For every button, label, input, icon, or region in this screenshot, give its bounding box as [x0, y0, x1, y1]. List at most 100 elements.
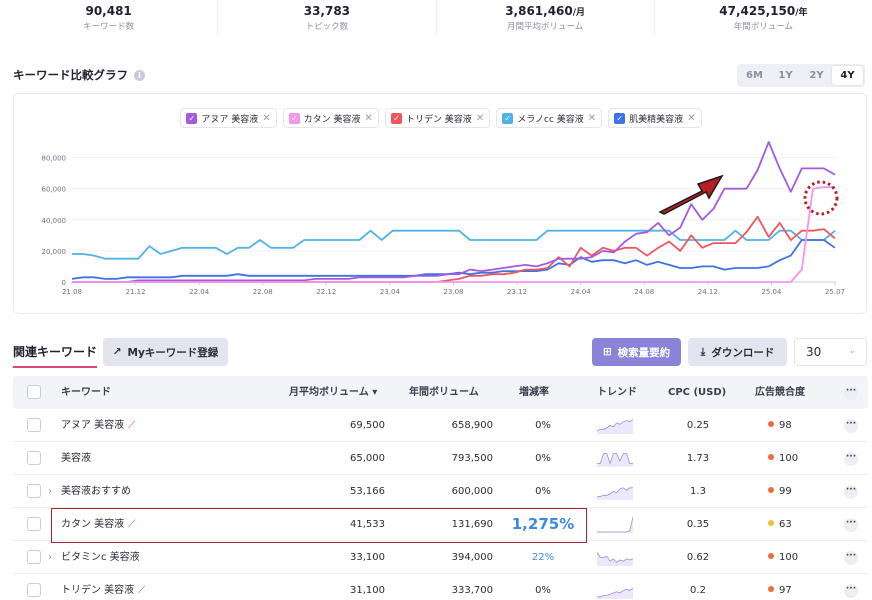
keyword-cell[interactable]: アヌア 美容液 ⟋	[61, 409, 135, 442]
more-icon[interactable]: ···	[844, 584, 858, 598]
legend-chip[interactable]: ✓ 肌美精美容液 ✕	[608, 108, 702, 128]
series-line	[72, 141, 836, 283]
keyword-cell[interactable]: トリデン 美容液 ⟋	[61, 574, 145, 600]
checkbox-checked-icon[interactable]: ✓	[614, 112, 626, 124]
trend-chart-icon[interactable]: ⟋	[138, 585, 145, 596]
stat-label: 月間平均ボリューム	[507, 22, 584, 32]
keyword-cell[interactable]: 美容液おすすめ	[61, 475, 131, 508]
sort-desc-icon[interactable]: ▾	[372, 387, 377, 398]
col-competition[interactable]: 広告競合度	[755, 376, 805, 409]
close-icon[interactable]: ✕	[365, 113, 373, 124]
button-label: 検索量要約	[617, 346, 671, 359]
highlight-annotation	[51, 508, 587, 543]
legend-chip[interactable]: ✓ トリデン 美容液 ✕	[384, 108, 491, 128]
range-tab-2y[interactable]: 2Y	[801, 66, 832, 85]
competition-cell: 99	[768, 475, 828, 508]
x-tick-label: 21.12	[126, 288, 146, 296]
chevron-right-icon[interactable]: ›	[48, 475, 52, 508]
legend-chip[interactable]: ✓ カタン 美容液 ✕	[282, 108, 379, 128]
keyword-text[interactable]: 美容液	[61, 453, 91, 464]
row-checkbox[interactable]	[27, 517, 41, 531]
col-growth[interactable]: 増減率	[519, 376, 549, 409]
x-tick-label: 21.08	[62, 288, 82, 296]
legend-label: カタン 美容液	[303, 114, 361, 125]
more-icon[interactable]: ···	[844, 386, 858, 400]
graph-title-text: キーワード比較グラフ	[13, 68, 128, 82]
chart-legend: ✓ アヌア 美容液 ✕ ✓ カタン 美容液 ✕ ✓ トリデン 美容液 ✕ ✓ メ…	[14, 108, 868, 128]
table-row[interactable]: トリデン 美容液 ⟋ 31,100 333,700 0% 0.2 97 ···	[13, 574, 868, 600]
close-icon[interactable]: ✕	[476, 113, 484, 124]
table-row[interactable]: › ビタミンc 美容液 33,100 394,000 22% 0.62 100 ···	[13, 541, 868, 574]
x-tick-label: 22.08	[253, 288, 273, 296]
legend-chip[interactable]: ✓ メラノcc 美容液 ✕	[496, 108, 603, 128]
table-row[interactable]: › 美容液おすすめ 53,166 600,000 0% 1.3 99 ···	[13, 475, 868, 508]
stat-label: トピック数	[305, 22, 349, 32]
chevron-right-icon[interactable]: ›	[48, 541, 52, 574]
keyword-text[interactable]: トリデン 美容液	[61, 585, 134, 596]
trend-sparkline	[597, 487, 633, 500]
more-icon[interactable]: ···	[844, 551, 858, 565]
trend-chart-icon[interactable]: ⟋	[128, 420, 135, 431]
avg-volume-cell: 65,000	[350, 453, 385, 464]
page-size-select[interactable]: 30 ⌄	[794, 338, 867, 366]
col-keyword[interactable]: キーワード	[61, 376, 111, 409]
table-row[interactable]: 美容液 65,000 793,500 0% 1.73 100 ···	[13, 442, 868, 475]
my-keyword-register-button[interactable]: ↗ Myキーワード登録	[103, 338, 228, 366]
row-checkbox[interactable]	[27, 583, 41, 597]
download-button[interactable]: ⤓ ダウンロード	[688, 338, 787, 366]
keyword-text[interactable]: 美容液おすすめ	[61, 486, 131, 497]
more-icon[interactable]: ···	[844, 485, 858, 499]
x-tick-label: 23.12	[507, 288, 527, 296]
growth-cell: 0%	[535, 585, 551, 596]
legend-label: メラノcc 美容液	[517, 114, 584, 125]
y-tick-label: 60,000	[42, 186, 67, 194]
competition-cell: 63	[768, 508, 828, 541]
more-icon[interactable]: ···	[844, 518, 858, 532]
growth-cell: 22%	[531, 552, 555, 563]
row-checkbox[interactable]	[27, 550, 41, 564]
sparkline-area	[597, 517, 633, 533]
keyword-cell[interactable]: 美容液	[61, 442, 91, 475]
trend-sparkline	[597, 587, 633, 599]
checkbox-checked-icon[interactable]: ✓	[186, 112, 198, 124]
related-keywords-tab[interactable]: 関連キーワード	[13, 343, 98, 368]
annual-volume-cell: 658,900	[451, 420, 493, 431]
col-avg-volume[interactable]: 月平均ボリューム ▾	[289, 376, 377, 409]
stat-topics: 33,783 トピック数	[218, 0, 437, 36]
checkbox-checked-icon[interactable]: ✓	[502, 112, 514, 124]
legend-chip[interactable]: ✓ アヌア 美容液 ✕	[180, 108, 277, 128]
row-checkbox[interactable]	[27, 418, 41, 432]
competition-dot	[768, 454, 774, 460]
row-checkbox[interactable]	[27, 484, 41, 498]
range-tab-1y[interactable]: 1Y	[770, 66, 801, 85]
stat-value: 90,481	[85, 4, 132, 18]
keyword-text[interactable]: アヌア 美容液	[61, 420, 124, 431]
select-all-checkbox[interactable]	[27, 385, 41, 399]
more-icon[interactable]: ···	[844, 452, 858, 466]
x-tick-label: 25.07	[825, 288, 845, 296]
more-icon[interactable]: ···	[844, 419, 858, 433]
competition-dot	[768, 586, 774, 592]
stat-annual-volume: 47,425,150/年 年間ボリューム	[655, 0, 872, 36]
range-tab-4y[interactable]: 4Y	[832, 66, 863, 85]
cpc-cell: 1.3	[690, 486, 706, 497]
row-checkbox[interactable]	[27, 451, 41, 465]
col-annual-volume[interactable]: 年間ボリューム	[409, 376, 479, 409]
info-icon[interactable]: i	[134, 69, 145, 81]
checkbox-checked-icon[interactable]: ✓	[390, 112, 402, 124]
competition-cell: 100	[768, 541, 828, 574]
close-icon[interactable]: ✕	[262, 113, 270, 124]
close-icon[interactable]: ✕	[588, 113, 596, 124]
col-cpc[interactable]: CPC (USD)	[668, 376, 726, 409]
table-row[interactable]: アヌア 美容液 ⟋ 69,500 658,900 0% 0.25 98 ···	[13, 409, 868, 442]
avg-volume-cell: 69,500	[350, 420, 385, 431]
close-icon[interactable]: ✕	[687, 113, 695, 124]
range-tab-6m[interactable]: 6M	[739, 66, 770, 85]
table-header: キーワード 月平均ボリューム ▾ 年間ボリューム 増減率 トレンド CPC (U…	[13, 376, 868, 409]
volume-summary-button[interactable]: ⊞ 検索量要約	[592, 338, 681, 366]
cpc-cell: 0.2	[690, 585, 706, 596]
keyword-cell[interactable]: ビタミンc 美容液	[61, 541, 140, 574]
x-tick-label: 24.04	[571, 288, 592, 296]
keyword-text[interactable]: ビタミンc 美容液	[61, 552, 140, 563]
checkbox-checked-icon[interactable]: ✓	[288, 112, 300, 124]
